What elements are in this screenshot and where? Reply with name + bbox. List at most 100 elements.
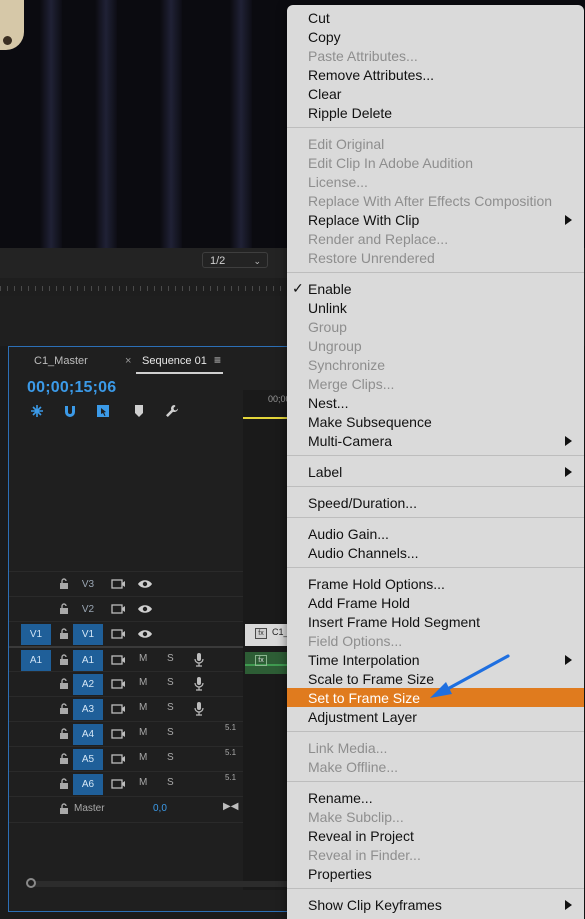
track-target-a4[interactable]: A4: [73, 724, 103, 745]
menu-separator: [287, 272, 584, 273]
scrollbar-handle[interactable]: [26, 878, 36, 888]
microphone-icon[interactable]: [193, 652, 205, 668]
snap-icon[interactable]: [29, 403, 45, 419]
lock-icon[interactable]: [57, 653, 71, 667]
menu-item-nest[interactable]: Nest...: [287, 393, 584, 412]
mute-button[interactable]: M: [139, 653, 147, 664]
mute-button[interactable]: M: [139, 752, 147, 763]
sync-lock-icon[interactable]: [111, 703, 125, 715]
track-target-a5[interactable]: A5: [73, 749, 103, 770]
track-target-v3[interactable]: V3: [73, 574, 103, 595]
track-headers: V3 V2 V1 V1 A1 A1 M S A2 M S A3 M S A4 M…: [9, 571, 244, 823]
mute-button[interactable]: M: [139, 727, 147, 738]
track-row-a5: A5 M S 5.1: [9, 746, 244, 772]
fx-badge: fx: [255, 628, 267, 639]
lock-icon[interactable]: [57, 802, 71, 816]
timeline-horizontal-scrollbar[interactable]: [28, 881, 290, 887]
mute-button[interactable]: M: [139, 702, 147, 713]
menu-item-ripple-delete[interactable]: Ripple Delete: [287, 103, 584, 122]
marker-icon[interactable]: [131, 403, 147, 419]
lock-icon[interactable]: [57, 702, 71, 716]
track-target-v1[interactable]: V1: [73, 624, 103, 645]
mute-button[interactable]: M: [139, 777, 147, 788]
menu-item-unlink[interactable]: Unlink: [287, 298, 584, 317]
eye-icon[interactable]: [137, 628, 153, 640]
go-to-in-out-icon[interactable]: ▶◀: [223, 801, 238, 812]
menu-item-enable[interactable]: ✓ Enable: [287, 279, 584, 298]
sync-lock-icon[interactable]: [111, 603, 125, 615]
menu-item-insert-frame-hold-segment[interactable]: Insert Frame Hold Segment: [287, 612, 584, 631]
sync-lock-icon[interactable]: [111, 678, 125, 690]
menu-item-multi-camera[interactable]: Multi-Camera: [287, 431, 584, 450]
close-icon[interactable]: ×: [125, 355, 131, 367]
menu-separator: [287, 486, 584, 487]
solo-button[interactable]: S: [167, 777, 174, 788]
menu-item-properties[interactable]: Properties: [287, 864, 584, 883]
source-patch-v1[interactable]: V1: [21, 624, 51, 645]
menu-item-adjustment-layer[interactable]: Adjustment Layer: [287, 707, 584, 726]
solo-button[interactable]: S: [167, 653, 174, 664]
solo-button[interactable]: S: [167, 752, 174, 763]
tab-sequence-01[interactable]: Sequence 01: [142, 355, 207, 367]
active-tab-indicator: [136, 372, 223, 374]
sync-lock-icon[interactable]: [111, 753, 125, 765]
lock-icon[interactable]: [57, 777, 71, 791]
microphone-icon[interactable]: [193, 676, 205, 692]
menu-separator: [287, 517, 584, 518]
menu-item-copy[interactable]: Copy: [287, 27, 584, 46]
chevron-down-icon: ⌄: [253, 256, 261, 266]
track-target-v2[interactable]: V2: [73, 599, 103, 620]
menu-item-audio-gain[interactable]: Audio Gain...: [287, 524, 584, 543]
wrench-icon[interactable]: [164, 403, 180, 419]
eye-icon[interactable]: [137, 603, 153, 615]
playback-resolution-select[interactable]: 1/2 ⌄: [202, 252, 268, 268]
menu-item-cut[interactable]: Cut: [287, 8, 584, 27]
solo-button[interactable]: S: [167, 727, 174, 738]
sync-lock-icon[interactable]: [111, 778, 125, 790]
sync-lock-icon[interactable]: [111, 728, 125, 740]
sync-lock-icon[interactable]: [111, 628, 125, 640]
solo-button[interactable]: S: [167, 702, 174, 713]
linked-selection-icon[interactable]: [95, 403, 111, 419]
panel-menu-icon[interactable]: ≡: [214, 353, 221, 367]
menu-item-remove-attributes[interactable]: Remove Attributes...: [287, 65, 584, 84]
lock-icon[interactable]: [57, 727, 71, 741]
lock-icon[interactable]: [57, 577, 71, 591]
menu-item-add-frame-hold[interactable]: Add Frame Hold: [287, 593, 584, 612]
channel-format-label: 5.1: [225, 723, 237, 732]
menu-item-reveal-in-project[interactable]: Reveal in Project: [287, 826, 584, 845]
menu-item-replace-with-clip[interactable]: Replace With Clip: [287, 210, 584, 229]
magnet-icon[interactable]: [62, 403, 78, 419]
lock-icon[interactable]: [57, 677, 71, 691]
menu-item-label: Make Subclip...: [308, 809, 404, 825]
menu-item-speed-duration[interactable]: Speed/Duration...: [287, 493, 584, 512]
menu-item-synchronize: Synchronize: [287, 355, 584, 374]
menu-item-frame-hold-options[interactable]: Frame Hold Options...: [287, 574, 584, 593]
sync-lock-icon[interactable]: [111, 654, 125, 666]
menu-item-label[interactable]: Label: [287, 462, 584, 481]
eye-icon[interactable]: [137, 578, 153, 590]
sync-lock-icon[interactable]: [111, 578, 125, 590]
track-target-a1[interactable]: A1: [73, 650, 103, 671]
menu-item-rename[interactable]: Rename...: [287, 788, 584, 807]
master-volume-value[interactable]: 0,0: [153, 803, 167, 814]
lock-icon[interactable]: [57, 752, 71, 766]
lock-icon[interactable]: [57, 602, 71, 616]
work-area-bar[interactable]: [243, 417, 288, 419]
track-target-a3[interactable]: A3: [73, 699, 103, 720]
menu-item-clear[interactable]: Clear: [287, 84, 584, 103]
menu-item-audio-channels[interactable]: Audio Channels...: [287, 543, 584, 562]
source-patch-a1[interactable]: A1: [21, 650, 51, 671]
playhead-timecode[interactable]: 00;00;15;06: [27, 379, 116, 397]
solo-button[interactable]: S: [167, 677, 174, 688]
microphone-icon[interactable]: [193, 701, 205, 717]
menu-item-make-subsequence[interactable]: Make Subsequence: [287, 412, 584, 431]
mute-button[interactable]: M: [139, 677, 147, 688]
menu-item-show-clip-keyframes[interactable]: Show Clip Keyframes: [287, 895, 584, 914]
tab-c1-master[interactable]: C1_Master: [34, 355, 88, 367]
track-target-a6[interactable]: A6: [73, 774, 103, 795]
track-target-a2[interactable]: A2: [73, 674, 103, 695]
lock-icon[interactable]: [57, 627, 71, 641]
menu-item-label: Time Interpolation: [308, 652, 420, 668]
menu-item-restore-unrendered: Restore Unrendered: [287, 248, 584, 267]
